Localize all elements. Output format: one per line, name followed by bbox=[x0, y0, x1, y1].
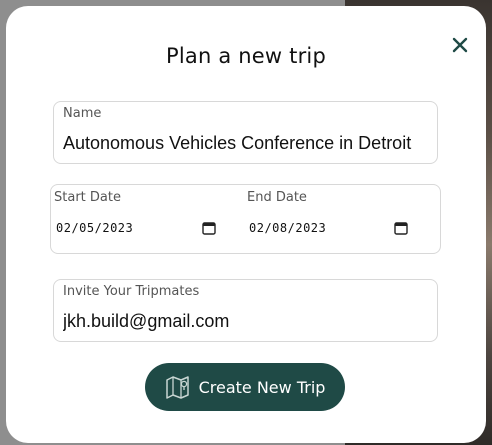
name-field[interactable]: Name bbox=[53, 101, 438, 164]
end-date-input[interactable]: 02/08/2023 bbox=[249, 221, 409, 235]
create-trip-button[interactable]: Create New Trip bbox=[145, 363, 345, 411]
name-label: Name bbox=[63, 106, 102, 121]
start-date-field[interactable]: Start Date 02/05/2023 bbox=[51, 185, 241, 253]
tripmates-label: Invite Your Tripmates bbox=[63, 284, 200, 299]
calendar-icon[interactable] bbox=[202, 221, 216, 235]
name-input[interactable] bbox=[63, 132, 431, 154]
tripmates-input[interactable] bbox=[63, 310, 423, 332]
tripmates-field[interactable]: Invite Your Tripmates bbox=[53, 279, 438, 342]
end-date-field[interactable]: End Date 02/08/2023 bbox=[244, 185, 440, 253]
calendar-icon[interactable] bbox=[394, 221, 408, 235]
date-range-field: Start Date 02/05/2023 End Date 02/08/202… bbox=[50, 184, 441, 254]
start-date-label: Start Date bbox=[54, 190, 121, 205]
create-trip-label: Create New Trip bbox=[198, 377, 326, 397]
end-date-label: End Date bbox=[247, 190, 307, 205]
map-icon bbox=[165, 376, 189, 399]
start-date-input[interactable]: 02/05/2023 bbox=[56, 221, 216, 235]
plan-trip-modal: Plan a new trip Name Start Date 02/05/20… bbox=[6, 6, 486, 443]
modal-title: Plan a new trip bbox=[165, 44, 326, 68]
